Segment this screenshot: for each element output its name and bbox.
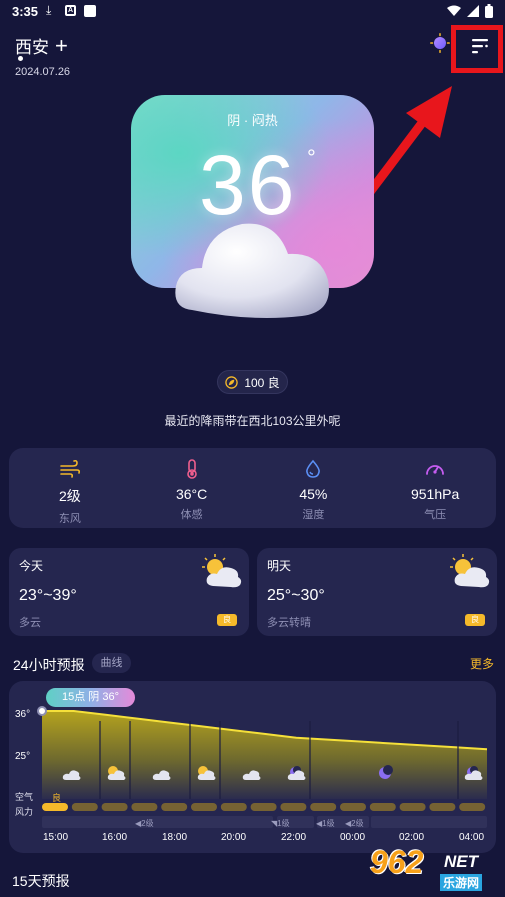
stat-value: 36°C — [175, 486, 208, 502]
stat-value: 951hPa — [410, 486, 460, 502]
day-condition: 多云 — [19, 617, 41, 629]
air-quality-badge: 良 — [217, 614, 237, 626]
stat-label: 体感 — [180, 509, 203, 521]
day-temp-range: 23°~39° — [19, 587, 77, 604]
air-quality-bar — [101, 803, 128, 811]
time-label: 15:00 — [43, 832, 69, 843]
air-quality-bar — [131, 803, 158, 811]
partly-cloudy-icon — [202, 554, 242, 588]
stat-wind: 2级 东风 — [9, 448, 131, 528]
air-quality-bar — [161, 803, 188, 811]
stat-label: 东风 — [58, 513, 81, 525]
hourly-forecast-title: 24小时预报 — [13, 657, 85, 673]
wind-segment-label: ◀2级 — [345, 819, 364, 828]
air-quality-bar — [369, 803, 396, 811]
fifteen-day-title: 15天预报 — [12, 873, 70, 889]
air-quality-bar — [191, 803, 217, 811]
air-quality-bar — [250, 803, 277, 811]
air-quality-bar — [459, 803, 486, 811]
rain-notice[interactable]: 最近的降雨带在西北103公里外呢 — [0, 412, 505, 429]
watermark-suffix: NET — [444, 852, 478, 871]
aqi-value: 100 良 — [244, 375, 280, 390]
droplet-icon — [306, 459, 321, 478]
degree-symbol: ° — [307, 145, 316, 170]
air-quality-bar — [280, 803, 307, 811]
hourly-forecast-card[interactable]: 15点 阴 36° 36° 25° 空气 风力 良 ◀2级 ◥1级 ◀1级 ◀2… — [9, 681, 496, 853]
partly-cloudy-icon — [450, 554, 490, 588]
air-quality-bar — [340, 803, 366, 811]
air-quality-bar — [399, 803, 426, 811]
time-label: 22:00 — [281, 832, 307, 843]
stat-label: 湿度 — [302, 509, 325, 521]
air-now-label: 良 — [52, 793, 62, 803]
wind-segment-label: ◀2级 — [135, 819, 154, 828]
wind-bar — [371, 816, 487, 828]
current-condition: 阴 · 闷热 — [227, 113, 278, 128]
curve-toggle-button[interactable]: 曲线 — [92, 653, 131, 673]
thermometer-icon — [186, 459, 197, 479]
day-title: 明天 — [267, 559, 292, 573]
stat-label: 气压 — [424, 509, 447, 521]
air-quality-bar — [71, 803, 98, 811]
more-link[interactable]: 更多 — [470, 655, 494, 672]
gauge-icon — [426, 465, 445, 475]
current-hour-pill: 15点 阴 36° — [46, 688, 135, 707]
temperature-area — [42, 711, 487, 799]
watermark-brand: 962 — [370, 844, 424, 880]
wind-icon — [60, 459, 80, 478]
wind-segment-label: ◥1级 — [271, 819, 290, 828]
current-point — [37, 706, 47, 716]
stat-humidity: 45% 湿度 — [253, 448, 375, 528]
aqi-badge[interactable]: 100 良 — [217, 370, 288, 394]
watermark-site: 乐游网 — [440, 874, 483, 891]
stat-pressure: 951hPa 气压 — [374, 448, 496, 528]
day-title: 今天 — [19, 559, 44, 573]
y-min-label: 25° — [15, 751, 31, 762]
stat-value: 2级 — [58, 488, 81, 504]
day-condition: 多云转晴 — [267, 617, 311, 629]
time-label: 16:00 — [102, 832, 128, 843]
today-card[interactable]: 今天 23°~39° 多云 良 — [9, 548, 249, 636]
y-max-label: 36° — [15, 709, 31, 720]
air-quality-bar — [429, 803, 456, 811]
day-temp-range: 25°~30° — [267, 587, 325, 604]
tomorrow-card[interactable]: 明天 25°~30° 多云转晴 良 — [257, 548, 497, 636]
air-quality-bar — [42, 803, 68, 811]
time-label: 20:00 — [221, 832, 247, 843]
weather-stats-card: 2级 东风 36°C 体感 45% 湿度 951hPa 气压 — [9, 448, 496, 528]
wind-row-label: 风力 — [15, 807, 34, 817]
cloud-icon — [175, 223, 329, 318]
air-quality-badge: 良 — [465, 614, 485, 626]
leaf-icon — [225, 375, 239, 389]
stat-feels-like: 36°C 体感 — [131, 448, 253, 528]
watermark-logo: 962 NET 乐游网 — [362, 840, 502, 894]
air-quality-bar — [220, 803, 247, 811]
time-label: 18:00 — [162, 832, 188, 843]
air-quality-bar — [310, 803, 337, 811]
air-row-label: 空气 — [15, 792, 34, 802]
stat-value: 45% — [299, 486, 328, 502]
wind-segment-label: ◀1级 — [316, 819, 335, 828]
